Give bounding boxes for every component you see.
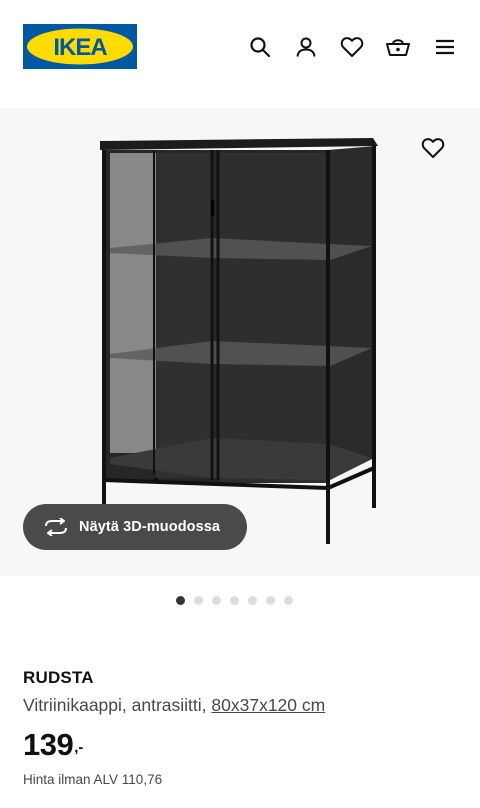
carousel-dot[interactable] [248, 595, 257, 605]
header: IKEA [0, 0, 480, 92]
carousel-dot[interactable] [194, 595, 203, 605]
carousel-dot[interactable] [266, 595, 275, 605]
product-price: 139 ,- [23, 726, 83, 764]
carousel-dot[interactable] [284, 595, 293, 605]
price-excluding-vat: Hinta ilman ALV 110,76 [23, 772, 163, 787]
search-icon[interactable] [247, 34, 273, 60]
price-suffix: ,- [74, 739, 84, 756]
carousel-dot[interactable] [212, 595, 221, 605]
heart-icon[interactable] [339, 34, 365, 60]
product-description-text: Vitriinikaappi, antrasiitti, [23, 695, 207, 715]
carousel-dot[interactable] [230, 595, 239, 605]
ikea-logo[interactable]: IKEA [23, 24, 137, 69]
product-size-link[interactable]: 80x37x120 cm [211, 695, 325, 715]
image-carousel-dots [176, 594, 293, 606]
view-3d-label: Näytä 3D-muodossa [79, 519, 221, 535]
user-icon[interactable] [293, 34, 319, 60]
carousel-dot[interactable] [176, 595, 185, 605]
rotate-icon [43, 517, 69, 537]
menu-icon[interactable] [432, 34, 458, 60]
view-3d-button[interactable]: Näytä 3D-muodossa [23, 504, 247, 550]
favorite-button[interactable] [418, 136, 448, 160]
svg-text:IKEA: IKEA [53, 34, 107, 61]
price-integer: 139 [23, 727, 74, 762]
basket-icon[interactable] [385, 34, 411, 60]
product-description: Vitriinikaappi, antrasiitti, 80x37x120 c… [23, 695, 325, 716]
product-name: RUDSTA [23, 668, 94, 687]
